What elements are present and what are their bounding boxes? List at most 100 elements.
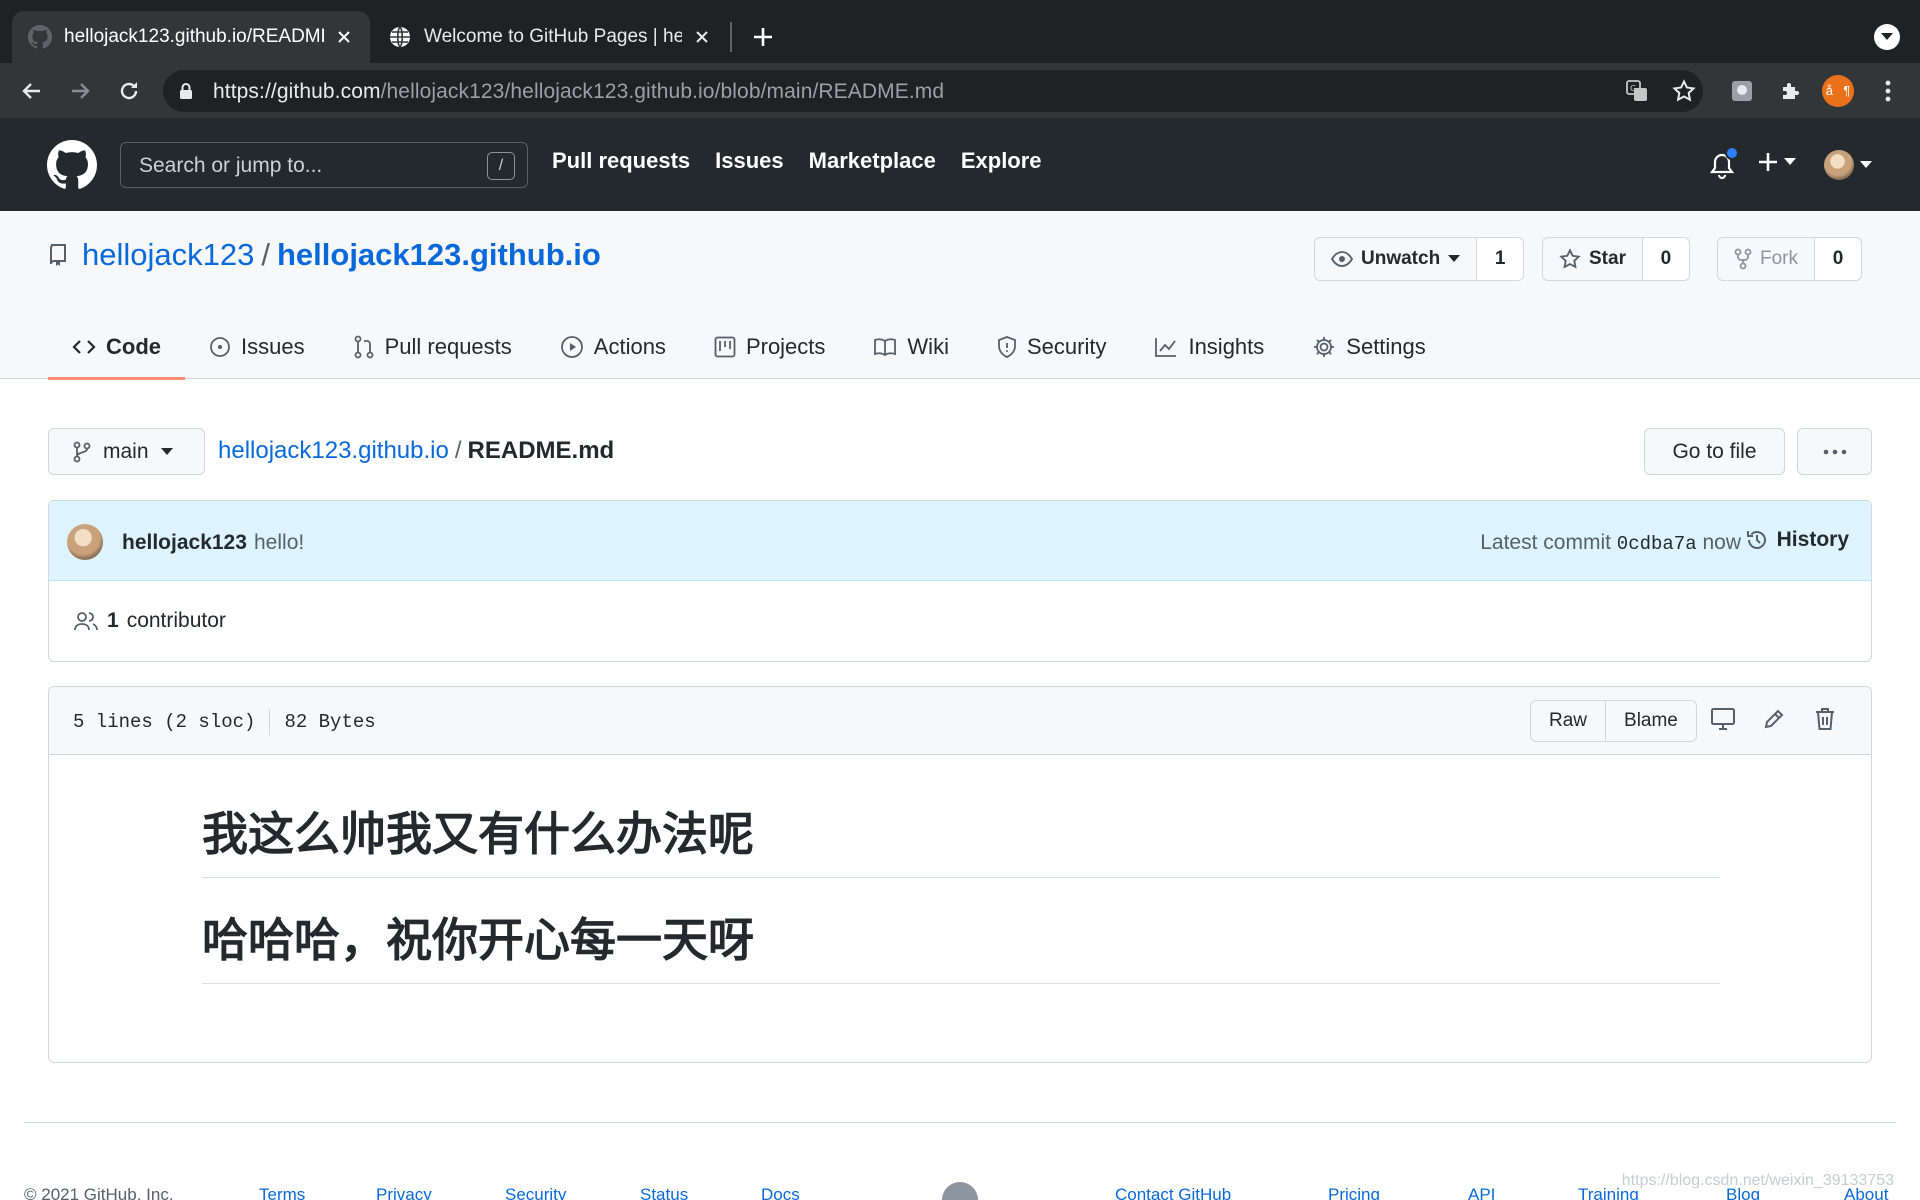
tab-wiki[interactable]: Wiki bbox=[849, 315, 973, 379]
reload-icon[interactable] bbox=[113, 75, 145, 107]
branch-select-button[interactable]: main bbox=[48, 428, 205, 475]
history-label: History bbox=[1776, 528, 1849, 551]
file-info: 5 lines (2 sloc) 82 Bytes bbox=[73, 709, 376, 735]
project-icon bbox=[714, 336, 736, 358]
go-to-file-button[interactable]: Go to file bbox=[1644, 428, 1785, 475]
forward-arrow-icon[interactable] bbox=[64, 75, 96, 107]
tab-code-label: Code bbox=[106, 334, 161, 359]
play-circle-icon bbox=[560, 336, 583, 358]
footer-link-docs[interactable]: Docs bbox=[761, 1185, 800, 1200]
file-info-divider bbox=[269, 709, 271, 735]
commit-message-link[interactable]: hello! bbox=[254, 531, 304, 555]
readme-heading: 我这么帅我又有什么办法呢 bbox=[202, 805, 1720, 878]
footer-link-pricing[interactable]: Pricing bbox=[1328, 1185, 1380, 1200]
tab-issues-label: Issues bbox=[241, 334, 305, 359]
pencil-icon[interactable] bbox=[1762, 707, 1786, 731]
footer-link-status[interactable]: Status bbox=[640, 1185, 688, 1200]
translate-icon[interactable]: G bbox=[1624, 78, 1650, 104]
notification-dot bbox=[1725, 146, 1739, 160]
browser-tab-readme[interactable]: hellojack123.github.io/README bbox=[12, 11, 370, 63]
star-count[interactable]: 0 bbox=[1642, 238, 1689, 280]
user-menu-dropdown[interactable] bbox=[1824, 150, 1872, 180]
star-icon bbox=[1559, 248, 1581, 269]
tab-pull-requests[interactable]: Pull requests bbox=[329, 315, 536, 379]
file-line-count: 5 lines (2 sloc) bbox=[73, 711, 256, 733]
trash-icon[interactable] bbox=[1814, 707, 1836, 731]
close-tab-icon[interactable] bbox=[690, 25, 714, 49]
nav-issues[interactable]: Issues bbox=[715, 148, 784, 174]
fork-count[interactable]: 0 bbox=[1815, 238, 1861, 280]
repo-nav: Code Issues Pull requests Actions Projec… bbox=[48, 315, 1450, 380]
nav-explore[interactable]: Explore bbox=[961, 148, 1042, 174]
puzzle-extensions-icon[interactable] bbox=[1775, 75, 1807, 107]
avatar[interactable] bbox=[67, 524, 103, 560]
github-mark-icon[interactable] bbox=[942, 1182, 978, 1200]
latest-commit-box: hellojack123 hello! Latest commit 0cdba7… bbox=[48, 500, 1872, 662]
footer-link-api[interactable]: API bbox=[1468, 1185, 1495, 1200]
profile-avatar[interactable]: å¶ bbox=[1822, 75, 1854, 107]
extension-icon[interactable] bbox=[1726, 75, 1758, 107]
more-options-button[interactable] bbox=[1797, 428, 1872, 475]
nav-pull-requests[interactable]: Pull requests bbox=[552, 148, 690, 174]
graph-icon bbox=[1155, 338, 1177, 357]
github-icon bbox=[28, 25, 52, 49]
footer-link-contact[interactable]: Contact GitHub bbox=[1115, 1185, 1231, 1200]
readme-content: 我这么帅我又有什么办法呢 哈哈哈，祝你开心每一天呀 bbox=[202, 805, 1720, 984]
readme-heading: 哈哈哈，祝你开心每一天呀 bbox=[202, 911, 1720, 984]
latest-commit-info: Latest commit 0cdba7a now bbox=[1480, 531, 1741, 555]
watch-count[interactable]: 1 bbox=[1477, 238, 1524, 280]
nav-marketplace[interactable]: Marketplace bbox=[809, 148, 936, 174]
commit-author-link[interactable]: hellojack123 bbox=[122, 531, 247, 555]
book-icon bbox=[874, 338, 897, 357]
tab-security[interactable]: Security bbox=[973, 315, 1130, 379]
raw-blame-group: Raw Blame bbox=[1530, 700, 1697, 742]
gear-icon bbox=[1314, 337, 1335, 357]
contributors-link[interactable]: 1 contributor bbox=[73, 609, 226, 633]
tab-insights[interactable]: Insights bbox=[1130, 315, 1288, 379]
plus-icon bbox=[1759, 153, 1777, 171]
menu-kebab-icon[interactable] bbox=[1872, 75, 1904, 107]
github-logo-icon[interactable] bbox=[47, 140, 97, 190]
tab-actions[interactable]: Actions bbox=[536, 315, 690, 379]
search-input[interactable]: Search or jump to... / bbox=[120, 142, 528, 188]
repo-name-link[interactable]: hellojack123.github.io bbox=[277, 237, 601, 273]
bookmark-star-icon[interactable] bbox=[1671, 78, 1697, 104]
contributors-label: contributor bbox=[126, 609, 226, 632]
commit-sha-link[interactable]: 0cdba7a bbox=[1617, 533, 1697, 555]
star-button[interactable]: Star bbox=[1543, 238, 1643, 280]
tab-title: Welcome to GitHub Pages | hel bbox=[424, 26, 682, 47]
breadcrumb-root-link[interactable]: hellojack123.github.io bbox=[218, 437, 449, 464]
new-tab-icon[interactable] bbox=[748, 22, 778, 52]
back-arrow-icon[interactable] bbox=[16, 75, 48, 107]
tab-issues[interactable]: Issues bbox=[185, 315, 329, 379]
globe-icon bbox=[390, 26, 410, 48]
url-scheme: https:// bbox=[213, 80, 277, 103]
close-tab-icon[interactable] bbox=[332, 25, 356, 49]
fork-button[interactable]: Fork bbox=[1718, 238, 1815, 280]
blame-button[interactable]: Blame bbox=[1606, 701, 1696, 741]
tab-projects[interactable]: Projects bbox=[690, 315, 849, 379]
star-group: Star 0 bbox=[1542, 237, 1690, 281]
create-new-dropdown[interactable] bbox=[1758, 152, 1796, 172]
lock-icon bbox=[180, 83, 192, 99]
browser-tab-strip: hellojack123.github.io/README Welcome to… bbox=[0, 0, 1920, 63]
tab-settings[interactable]: Settings bbox=[1288, 315, 1450, 379]
breadcrumb-file: README.md bbox=[467, 437, 615, 464]
tab-search-icon[interactable] bbox=[1874, 24, 1900, 50]
repo-owner-link[interactable]: hellojack123 bbox=[82, 237, 254, 273]
raw-button[interactable]: Raw bbox=[1531, 701, 1607, 741]
footer-link-security[interactable]: Security bbox=[505, 1185, 566, 1200]
browser-tab-welcome[interactable]: Welcome to GitHub Pages | hel bbox=[372, 11, 728, 63]
unwatch-button[interactable]: Unwatch bbox=[1315, 238, 1478, 280]
address-bar[interactable]: https://github.com/hellojack123/hellojac… bbox=[163, 70, 1703, 112]
footer-link-terms[interactable]: Terms bbox=[259, 1185, 305, 1200]
history-link[interactable]: History bbox=[1745, 528, 1849, 552]
fork-group: Fork 0 bbox=[1717, 237, 1862, 281]
tab-security-label: Security bbox=[1026, 334, 1107, 359]
footer-link-privacy[interactable]: Privacy bbox=[376, 1185, 432, 1200]
notifications-bell-icon[interactable] bbox=[1709, 146, 1739, 180]
tab-pull-requests-label: Pull requests bbox=[384, 334, 512, 359]
tab-code[interactable]: Code bbox=[48, 315, 185, 380]
desktop-icon[interactable] bbox=[1710, 707, 1736, 731]
issue-opened-icon bbox=[210, 337, 230, 357]
